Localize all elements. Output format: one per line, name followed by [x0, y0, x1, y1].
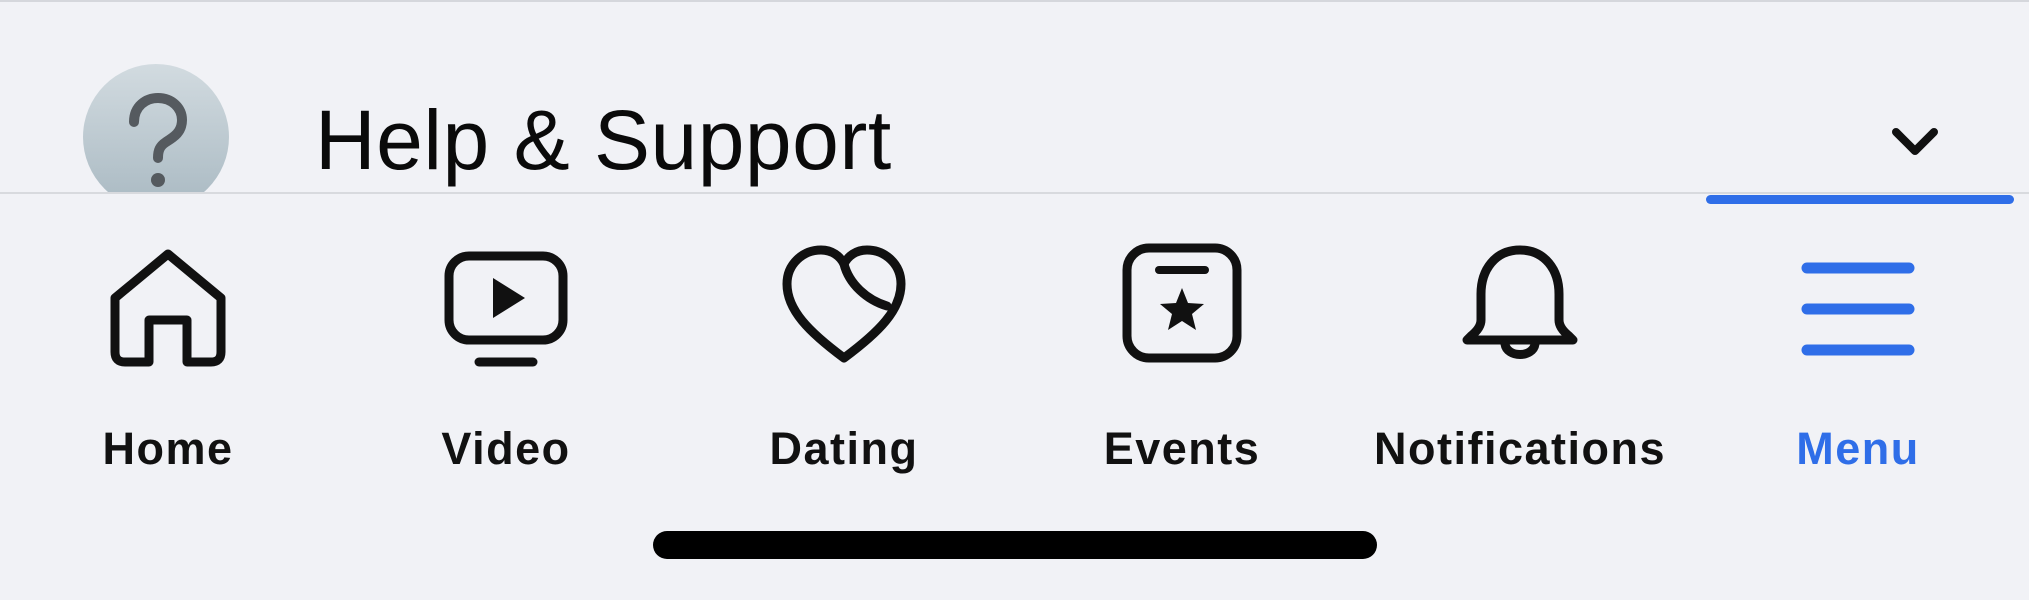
home-indicator[interactable]: [653, 531, 1377, 559]
chevron-down-icon[interactable]: [1890, 124, 1940, 160]
tab-menu[interactable]: Menu: [1688, 240, 2028, 474]
dating-heart-icon: [779, 240, 909, 370]
tab-home-label: Home: [102, 423, 234, 474]
tab-events-label: Events: [1103, 423, 1261, 474]
tab-events[interactable]: Events: [1012, 240, 1352, 474]
help-support-row[interactable]: Help & Support: [0, 2, 2029, 193]
help-support-title: Help & Support: [315, 93, 892, 187]
question-mark-icon: [129, 92, 188, 187]
help-avatar: [83, 64, 229, 193]
events-star-icon: [1117, 240, 1247, 370]
home-icon: [103, 240, 233, 370]
tab-home[interactable]: Home: [0, 240, 338, 474]
tab-dating-label: Dating: [769, 423, 919, 474]
bottom-tab-bar: Home Video Dating Events Notifications M…: [0, 240, 2029, 474]
video-icon: [441, 240, 571, 370]
tab-notifications-label: Notifications: [1373, 423, 1666, 474]
tab-notifications[interactable]: Notifications: [1350, 240, 1690, 474]
hamburger-menu-icon: [1793, 240, 1923, 370]
app-screen: Help & Support Home Video Dating Events …: [0, 0, 2029, 600]
tab-menu-label: Menu: [1796, 423, 1920, 474]
bell-icon: [1455, 240, 1585, 370]
tab-video-label: Video: [441, 423, 571, 474]
tab-video[interactable]: Video: [336, 240, 676, 474]
active-tab-indicator: [1706, 195, 2014, 204]
tab-dating[interactable]: Dating: [674, 240, 1014, 474]
section-divider: [0, 192, 2029, 194]
